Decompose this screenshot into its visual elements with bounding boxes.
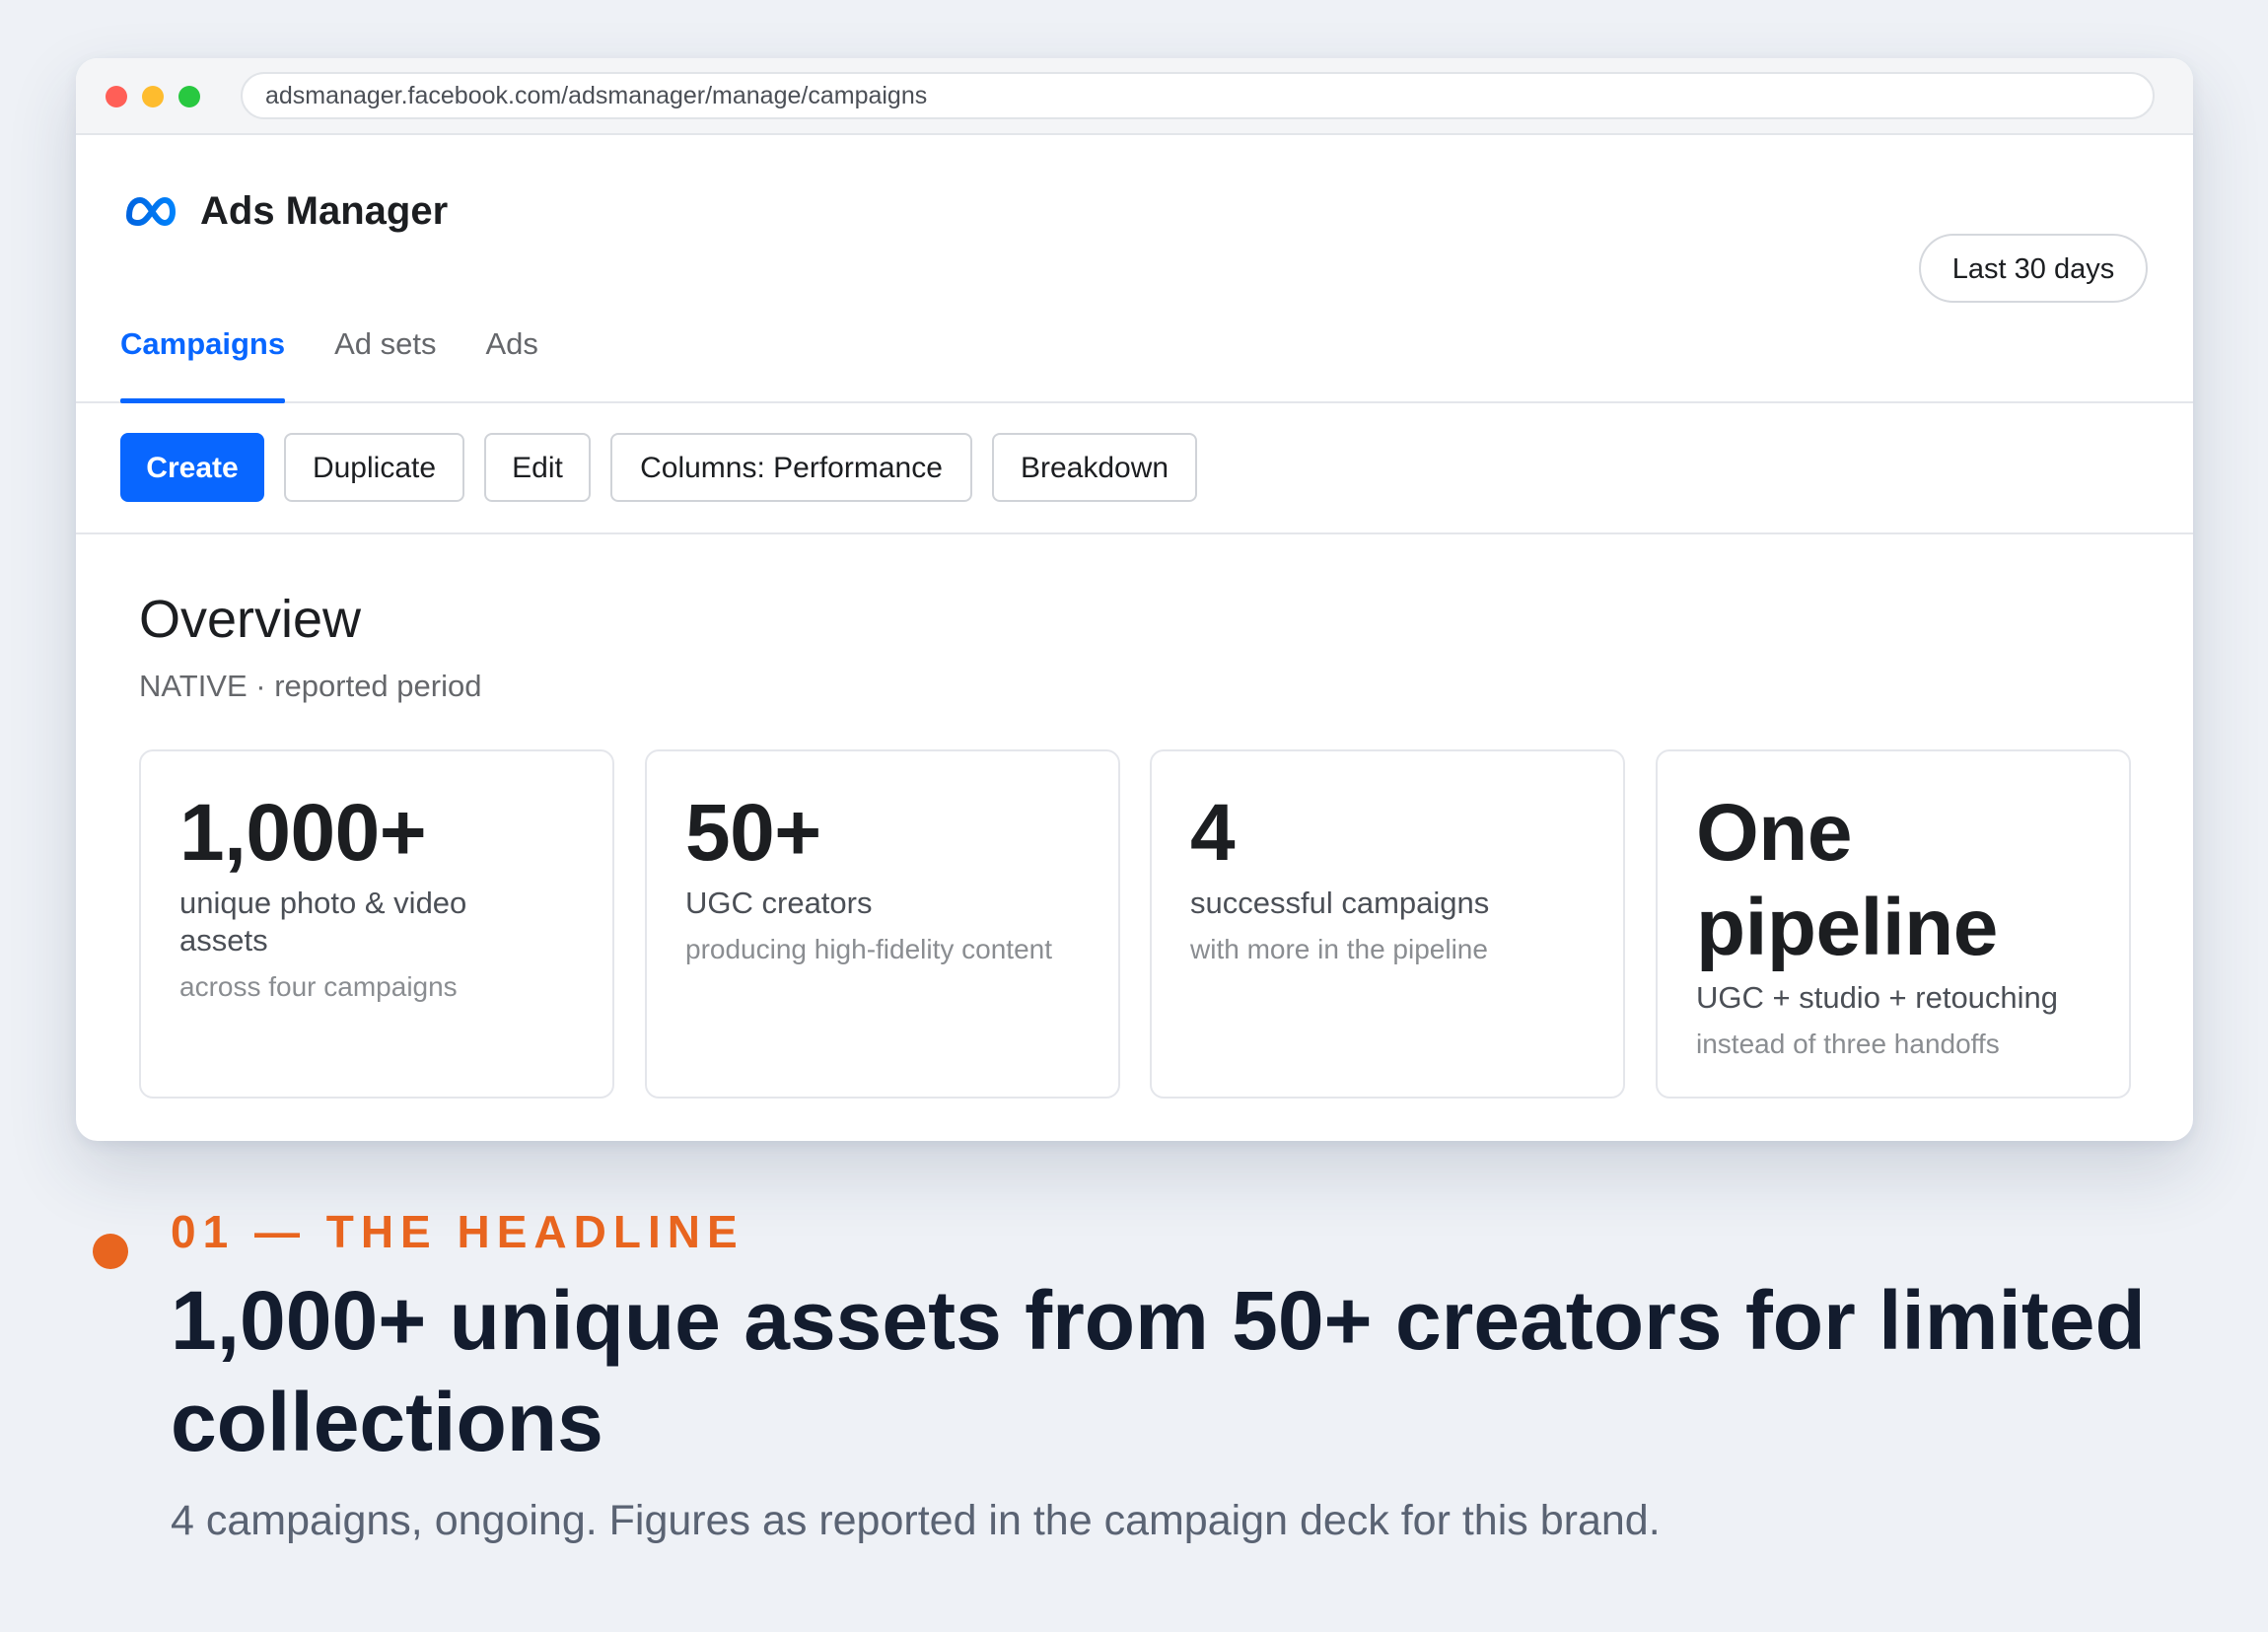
- tab-ads[interactable]: Ads: [486, 311, 538, 401]
- stat-label: unique photo & video assets: [179, 886, 467, 958]
- browser-window: adsmanager.facebook.com/adsmanager/manag…: [76, 58, 2193, 1141]
- close-window-dot[interactable]: [106, 86, 127, 107]
- brand: Ads Manager: [125, 186, 448, 236]
- bullet-dot-icon: [93, 1234, 128, 1269]
- section-eyebrow: 01 — THE HEADLINE: [171, 1206, 744, 1257]
- tab-ad-sets[interactable]: Ad sets: [334, 311, 436, 401]
- browser-chrome: adsmanager.facebook.com/adsmanager/manag…: [76, 58, 2193, 135]
- breakdown-button[interactable]: Breakdown: [992, 433, 1197, 502]
- stat-label: UGC + studio + retouching: [1696, 980, 2059, 1015]
- duplicate-button[interactable]: Duplicate: [284, 433, 464, 502]
- create-button[interactable]: Create: [120, 433, 264, 502]
- date-range-button[interactable]: Last 30 days: [1919, 234, 2148, 303]
- stat-note: with more in the pipeline: [1190, 934, 1488, 964]
- maximize-window-dot[interactable]: [178, 86, 200, 107]
- overview-title: Overview: [139, 590, 362, 649]
- tab-campaigns[interactable]: Campaigns: [120, 311, 286, 403]
- stat-card: 50+ UGC creators producing high-fidelity…: [645, 749, 1120, 1099]
- stat-value: 50+: [685, 788, 821, 878]
- app-header: Ads Manager Last 30 days Campaigns Ad se…: [76, 135, 2193, 403]
- stat-note: across four campaigns: [179, 971, 458, 1002]
- edit-button[interactable]: Edit: [484, 433, 591, 502]
- toolbar: Create Duplicate Edit Columns: Performan…: [76, 403, 2193, 534]
- stat-card: 4 successful campaigns with more in the …: [1150, 749, 1625, 1099]
- minimize-window-dot[interactable]: [142, 86, 164, 107]
- tab-bar: Campaigns Ad sets Ads: [120, 311, 588, 403]
- stat-card: One pipeline UGC + studio + retouching i…: [1656, 749, 2131, 1099]
- stat-label: successful campaigns: [1190, 886, 1490, 920]
- stat-value: 4: [1190, 788, 1236, 878]
- stat-label: UGC creators: [685, 886, 873, 920]
- stat-value: 1,000+: [179, 788, 427, 878]
- overview-subtitle: NATIVE · reported period: [139, 669, 482, 703]
- meta-logo-icon: [125, 196, 177, 226]
- app-title: Ads Manager: [200, 188, 449, 233]
- caption: 4 campaigns, ongoing. Figures as reporte…: [171, 1497, 1661, 1544]
- stat-note: producing high-fidelity content: [685, 934, 1053, 964]
- headline: 1,000+ unique assets from 50+ creators f…: [171, 1274, 2146, 1468]
- stat-note: instead of three handoffs: [1696, 1029, 2000, 1059]
- stat-value: One pipeline: [1696, 788, 1998, 972]
- stat-card: 1,000+ unique photo & video assets acros…: [139, 749, 614, 1099]
- address-bar[interactable]: adsmanager.facebook.com/adsmanager/manag…: [241, 72, 2155, 119]
- columns-button[interactable]: Columns: Performance: [610, 433, 972, 502]
